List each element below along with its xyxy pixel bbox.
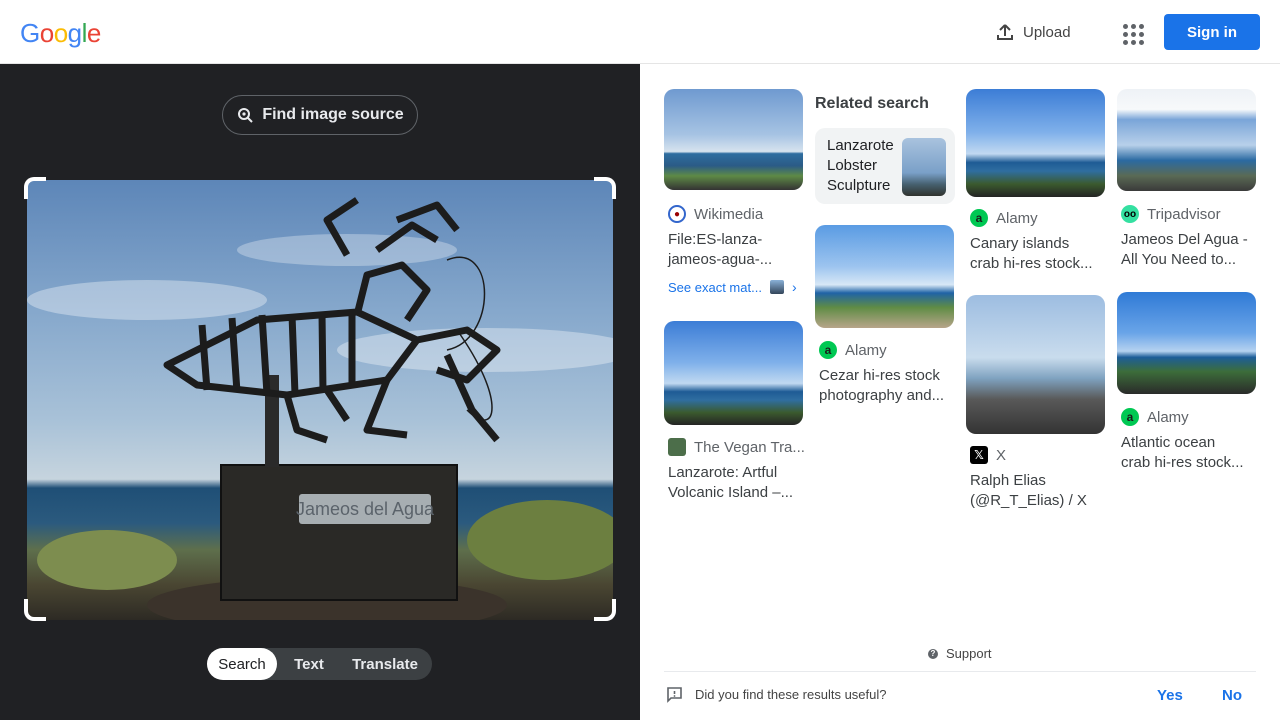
divider [664, 671, 1256, 672]
feedback-icon [667, 687, 682, 703]
related-query-line: Lanzarote [827, 137, 894, 154]
title-line: Canary islands [970, 235, 1070, 252]
source-name: The Vegan Tra... [694, 438, 805, 456]
title-line: Volcanic Island –... [668, 484, 794, 501]
result-title[interactable]: File:ES-lanza- jameos-agua-... [668, 230, 772, 270]
related-search-heading: Related search [815, 95, 929, 112]
top-bar: Google Upload Sign in [0, 0, 1280, 64]
title-line: Lanzarote: Artful [668, 464, 778, 481]
logo-letter-3: o [53, 18, 68, 48]
chevron-right-icon: › [791, 279, 797, 295]
alamy-icon: a [970, 209, 988, 227]
crop-handle-bottom-left[interactable] [24, 599, 46, 621]
related-search-thumbnail [902, 138, 946, 196]
result-title[interactable]: Canary islands crab hi-res stock... [970, 234, 1093, 274]
related-query-line: Lobster [827, 157, 878, 174]
alamy-icon: a [819, 341, 837, 359]
source-name: Tripadvisor [1147, 205, 1221, 223]
vegan-traveller-icon [668, 438, 686, 456]
crop-handle-top-right[interactable] [594, 177, 616, 199]
mode-selector: Search Text Translate [207, 648, 432, 680]
result-source[interactable]: oo Tripadvisor [1121, 205, 1221, 223]
title-line: File:ES-lanza- [668, 231, 763, 248]
exact-matches-label: See exact mat... [668, 279, 762, 295]
source-name: Alamy [1147, 408, 1189, 426]
feedback-no-button[interactable]: No [1222, 687, 1242, 704]
result-title[interactable]: Ralph Elias (@R_T_Elias) / X [970, 471, 1087, 511]
result-source[interactable]: 𝕏 X [970, 446, 1006, 464]
upload-button[interactable]: Upload [985, 14, 1081, 50]
upload-label: Upload [1023, 23, 1071, 41]
result-source[interactable]: ● Wikimedia [668, 205, 763, 223]
google-apps-icon[interactable] [1116, 16, 1148, 48]
upload-icon [997, 24, 1013, 40]
result-thumbnail[interactable] [664, 89, 803, 190]
pedestal-sign-text: Jameos del Agua [296, 499, 435, 519]
related-query-line: Sculpture [827, 177, 891, 194]
title-line: Jameos Del Agua - [1121, 231, 1248, 248]
title-line: Ralph Elias [970, 472, 1046, 489]
crop-handle-top-left[interactable] [24, 177, 46, 199]
source-name: Alamy [845, 341, 887, 359]
tripadvisor-icon: oo [1121, 205, 1139, 223]
logo-letter-4: g [67, 18, 82, 48]
support-link[interactable]: ? Support [928, 646, 992, 661]
result-title[interactable]: Lanzarote: Artful Volcanic Island –... [668, 463, 793, 503]
result-source[interactable]: a Alamy [970, 209, 1038, 227]
find-image-source-button[interactable]: Find image source [222, 95, 418, 135]
title-line: photography and... [819, 387, 945, 404]
title-line: Atlantic ocean [1121, 434, 1216, 451]
logo-letter-2: o [39, 18, 54, 48]
sign-in-button[interactable]: Sign in [1164, 14, 1260, 50]
result-title[interactable]: Atlantic ocean crab hi-res stock... [1121, 433, 1244, 473]
title-line: crab hi-res stock... [1121, 454, 1244, 471]
google-logo[interactable]: Google [20, 18, 101, 49]
title-line: All You Need to... [1121, 251, 1237, 268]
tab-search[interactable]: Search [207, 648, 277, 680]
lens-search-icon [238, 108, 254, 123]
result-thumbnail[interactable] [1117, 292, 1256, 394]
source-name: Wikimedia [694, 205, 764, 223]
feedback-question: Did you find these results useful? [695, 687, 887, 702]
see-exact-matches-link[interactable]: See exact mat... › [668, 279, 797, 295]
title-line: crab hi-res stock... [970, 255, 1093, 272]
result-source[interactable]: a Alamy [819, 341, 887, 359]
result-title[interactable]: Cezar hi-res stock photography and... [819, 366, 944, 406]
related-search-chip[interactable]: Lanzarote Lobster Sculpture [815, 128, 955, 204]
result-thumbnail[interactable] [966, 295, 1105, 434]
feedback-yes-button[interactable]: Yes [1157, 687, 1183, 704]
support-label: Support [946, 646, 992, 661]
tab-translate[interactable]: Translate [341, 648, 429, 680]
title-line: jameos-agua-... [668, 251, 773, 268]
title-line: (@R_T_Elias) / X [970, 492, 1087, 509]
alamy-icon: a [1121, 408, 1139, 426]
related-query: Lanzarote Lobster Sculpture [827, 136, 894, 196]
result-thumbnail[interactable] [815, 225, 954, 328]
source-name: Alamy [996, 209, 1038, 227]
result-thumbnail[interactable] [966, 89, 1105, 197]
wikimedia-icon: ● [668, 205, 686, 223]
crop-handle-bottom-right[interactable] [594, 599, 616, 621]
logo-letter-6: e [86, 18, 101, 48]
lobster-sculpture-image: Jameos del Agua [27, 197, 613, 620]
query-image-pane: Find image source Jameos del Agua Search… [0, 64, 640, 720]
logo-letter-1: G [20, 18, 40, 48]
tab-text[interactable]: Text [277, 648, 341, 680]
result-source[interactable]: a Alamy [1121, 408, 1189, 426]
query-image[interactable]: Jameos del Agua [27, 180, 613, 620]
source-name: X [996, 446, 1007, 464]
result-thumbnail[interactable] [1117, 89, 1256, 191]
result-title[interactable]: Jameos Del Agua - All You Need to... [1121, 230, 1248, 270]
result-source[interactable]: The Vegan Tra... [668, 438, 805, 456]
find-image-source-label: Find image source [262, 106, 404, 123]
x-icon: 𝕏 [970, 446, 988, 464]
title-line: Cezar hi-res stock [819, 367, 940, 384]
help-icon: ? [928, 648, 938, 659]
feedback-prompt: Did you find these results useful? [666, 686, 887, 703]
exact-match-thumbnail [769, 280, 784, 294]
result-thumbnail[interactable] [664, 321, 803, 425]
